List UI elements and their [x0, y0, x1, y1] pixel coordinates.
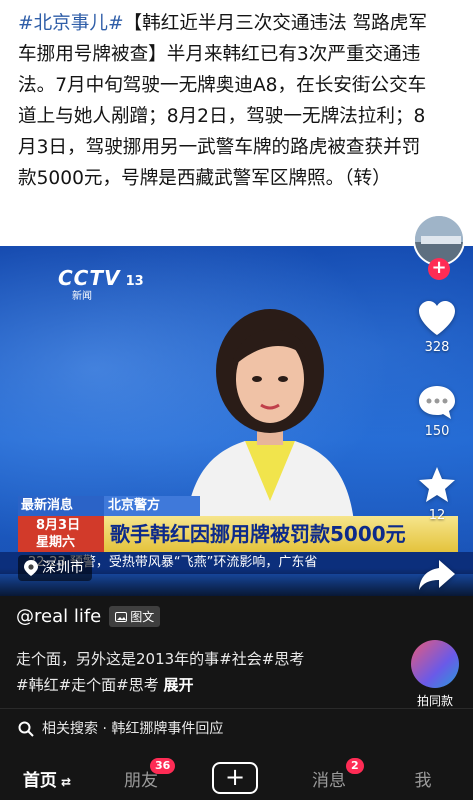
like-action[interactable]: 328 [401, 300, 473, 355]
star-icon [419, 467, 455, 502]
like-count: 328 [424, 340, 450, 355]
author-handle[interactable]: @real life [16, 606, 101, 627]
caption-tag[interactable]: #社会 [219, 650, 262, 668]
tab-home[interactable]: 首页 ⇄ [0, 766, 94, 791]
latest-news-label: 最新消息 [18, 496, 104, 516]
comment-icon [419, 386, 455, 419]
media-type-badge: 图文 [109, 606, 161, 627]
follow-button[interactable]: + [428, 258, 450, 280]
search-icon [18, 721, 34, 737]
heart-icon [419, 301, 455, 335]
caption-tag[interactable]: #韩红 [16, 676, 59, 694]
cctv-logo: CCTV 13 新闻 [58, 266, 144, 302]
share-arrow-icon [419, 560, 455, 590]
location-name: 深圳市 [42, 560, 84, 576]
caption-text: 走个面，另外这是2013年的事 [16, 650, 220, 668]
caption-tag[interactable]: #思考 [116, 676, 159, 694]
friends-badge: 36 [150, 757, 176, 774]
favorite-action[interactable]: 12 [401, 466, 473, 523]
news-banner: 最新消息 北京警方 8月3日 星期六 歌手韩红因挪用牌被罚款5000元 [18, 496, 458, 552]
caption-tag[interactable]: #走个面 [59, 676, 117, 694]
caption: 走个面，另外这是2013年的事#社会#思考 #韩红#走个面#思考 展开 [16, 646, 396, 698]
location-tag[interactable]: 深圳市 [18, 555, 92, 581]
caption-tag[interactable]: #思考 [262, 650, 305, 668]
messages-badge: 2 [346, 757, 364, 774]
expand-button[interactable]: 展开 [164, 676, 194, 694]
same-style-button[interactable]: 拍同款 [407, 640, 463, 709]
news-date: 8月3日 星期六 [18, 516, 104, 552]
author-info: @real life 图文 [16, 606, 161, 627]
image-icon [115, 611, 128, 622]
tab-me[interactable]: 我 [376, 766, 470, 791]
same-style-label: 拍同款 [416, 694, 453, 708]
location-pin-icon [24, 560, 38, 576]
bottom-panel: @real life 图文 走个面，另外这是2013年的事#社会#思考 #韩红#… [0, 596, 473, 800]
post-body: 半月来韩红已有3次严重交通违法。7月中旬驾驶一无牌奥迪A8，在长安街公交车道上与… [18, 44, 427, 189]
action-rail: + 328 150 12 87 [401, 214, 473, 614]
tab-messages[interactable]: 消息 2 [282, 757, 376, 791]
same-style-thumbnail [411, 640, 459, 688]
post-topic-tag[interactable]: #北京事儿# [18, 13, 124, 34]
bottom-tab-bar: 首页 ⇄ 朋友 36 + 消息 2 我 [0, 756, 473, 800]
related-search-bar[interactable]: 相关搜索 · 韩红挪牌事件回应 [0, 708, 473, 748]
news-source-label: 北京警方 [104, 496, 200, 516]
swap-arrows-icon: ⇄ [56, 774, 72, 789]
comment-count: 150 [424, 424, 450, 439]
comment-action[interactable]: 150 [401, 384, 473, 439]
tab-friends[interactable]: 朋友 36 [94, 757, 188, 791]
related-search-label: 相关搜索 · 韩红挪牌事件回应 [42, 720, 224, 737]
favorite-count: 12 [428, 508, 446, 523]
post-text-area: #北京事儿#【韩红近半月三次交通违法 驾路虎军车挪用号牌被查】半月来韩红已有3次… [0, 0, 473, 246]
create-button[interactable]: + [212, 762, 258, 794]
post-text: #北京事儿#【韩红近半月三次交通违法 驾路虎军车挪用号牌被查】半月来韩红已有3次… [18, 8, 428, 194]
